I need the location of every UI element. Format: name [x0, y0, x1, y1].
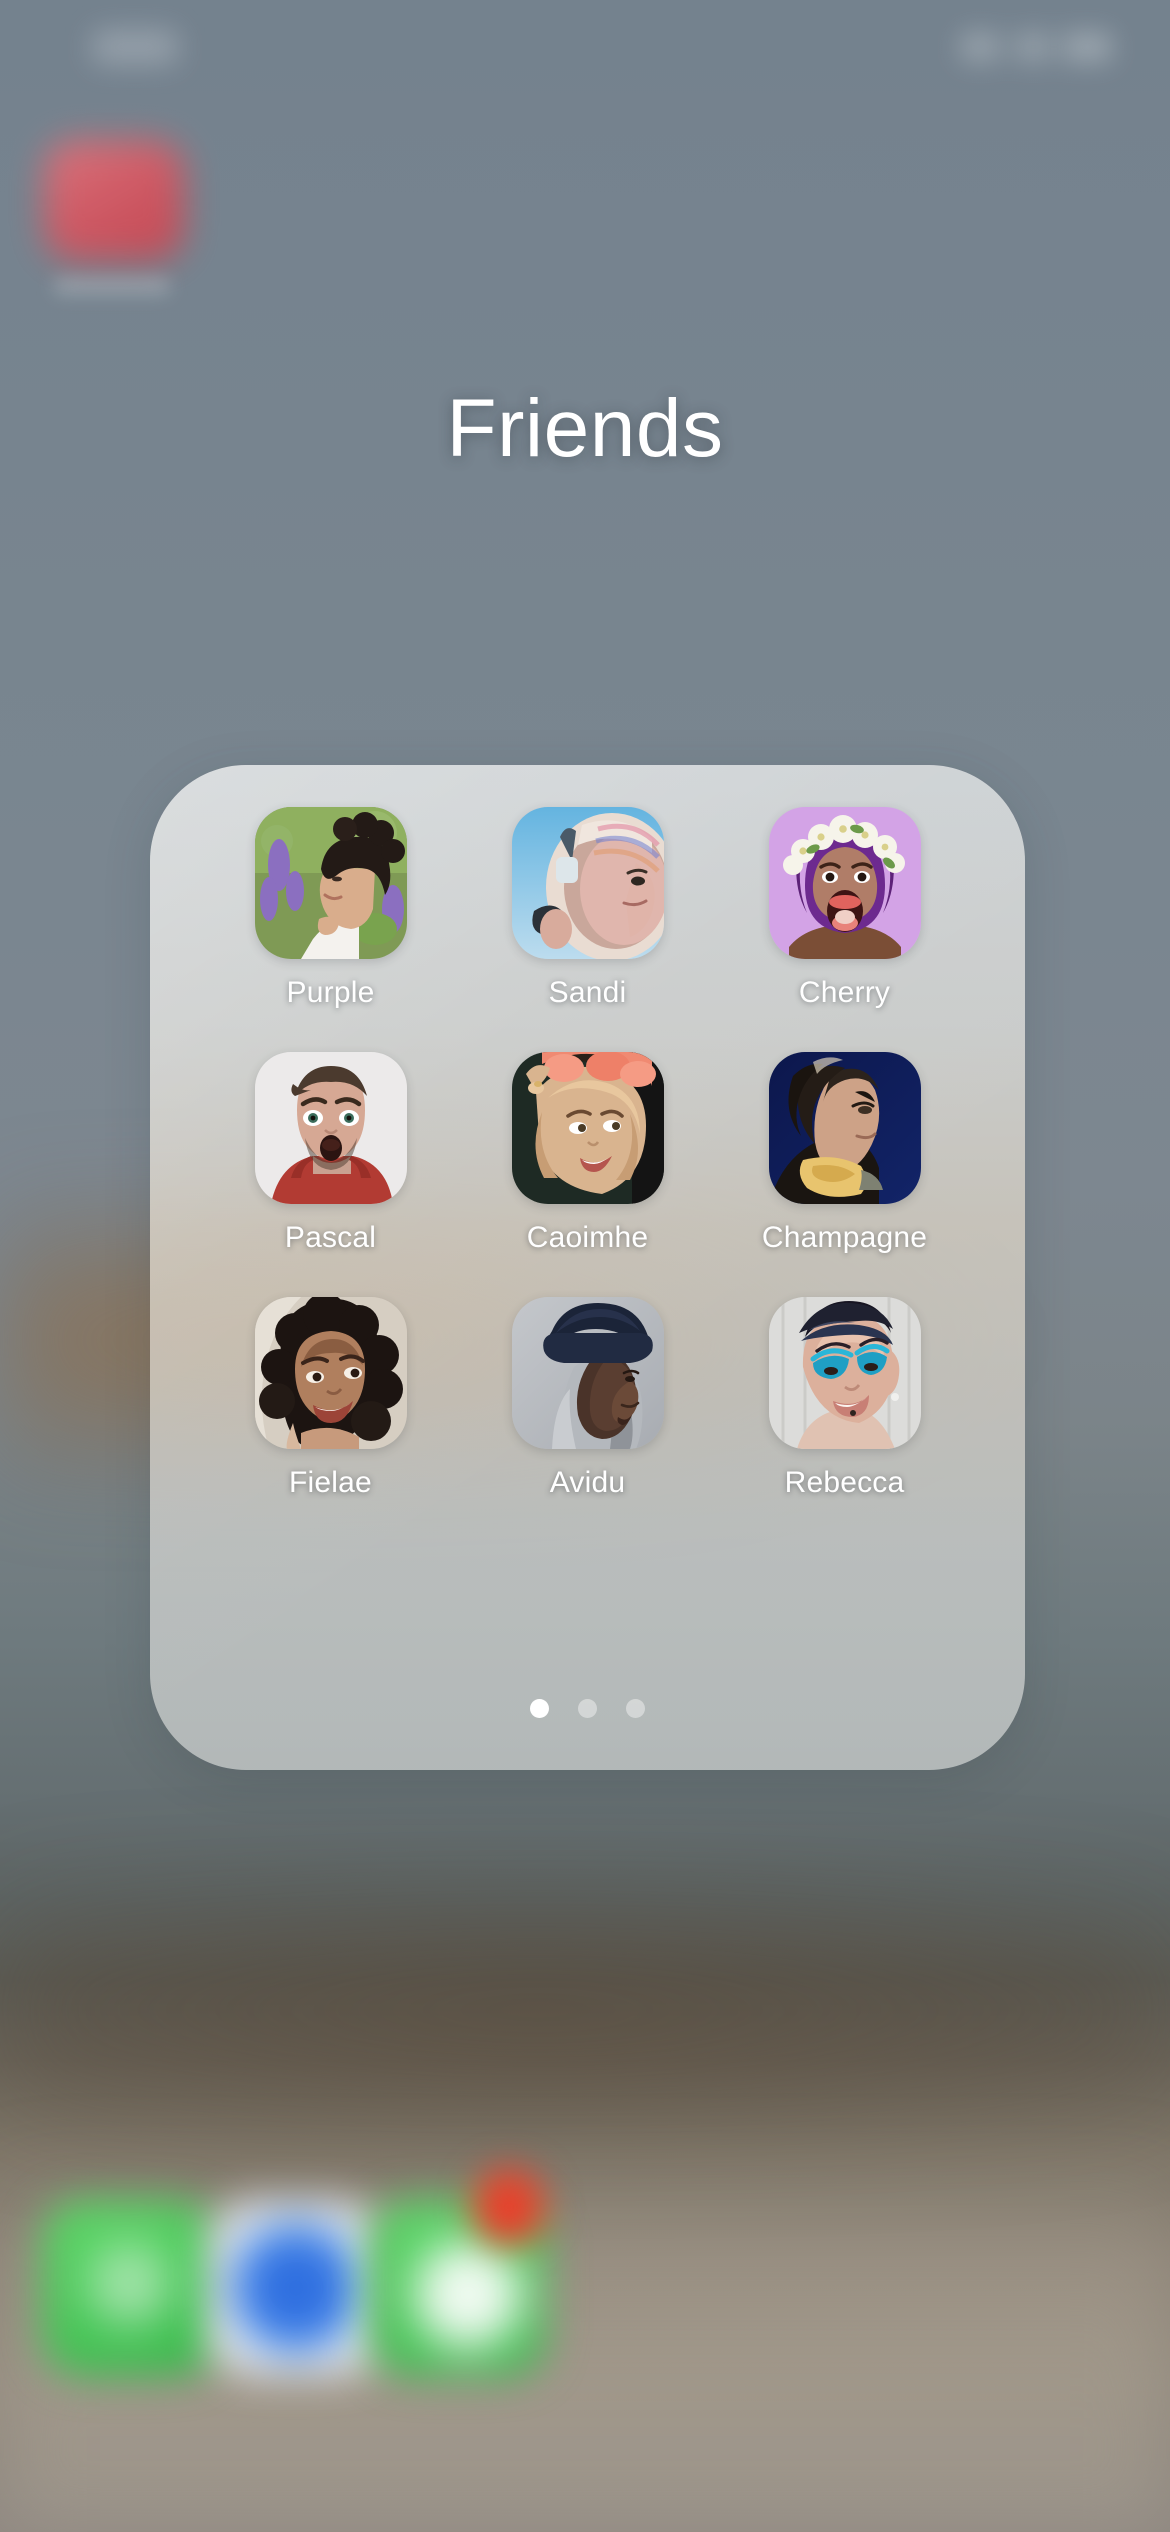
contact-label: Caoimhe: [526, 1221, 649, 1254]
folder-icon-grid: Purple Sandi Cherry Pascal Caoimhe Champ…: [150, 765, 1025, 1500]
contact-label: Rebecca: [784, 1466, 905, 1499]
photo-portrait-icon: [254, 1052, 407, 1204]
contact-label: Pascal: [284, 1221, 377, 1254]
contact-tile-rebecca[interactable]: Rebecca: [730, 1297, 960, 1500]
contact-label: Cherry: [798, 976, 891, 1009]
photo-portrait-icon: [511, 1297, 664, 1449]
status-bar-indicators: [960, 32, 1112, 62]
contact-tile-avidu[interactable]: Avidu: [473, 1297, 703, 1500]
folder-title[interactable]: Friends: [0, 382, 1170, 476]
contact-tile-caoimhe[interactable]: Caoimhe: [473, 1052, 703, 1255]
photo-portrait-icon: [511, 1052, 664, 1204]
background-app-tile: [44, 140, 184, 260]
wallpaper-ground-band: [0, 1880, 1170, 2140]
photo-portrait-icon: [254, 1297, 407, 1449]
folder-panel: Purple Sandi Cherry Pascal Caoimhe Champ…: [150, 765, 1025, 1770]
photo-portrait-icon: [768, 1052, 921, 1204]
contact-tile-champagne[interactable]: Champagne: [730, 1052, 960, 1255]
page-dot-1[interactable]: [530, 1699, 549, 1718]
background-app-label: [54, 278, 170, 294]
status-bar-clock: [92, 30, 178, 64]
page-dot-3[interactable]: [626, 1699, 645, 1718]
contact-label: Champagne: [761, 1221, 928, 1254]
contact-tile-sandi[interactable]: Sandi: [473, 807, 703, 1010]
messages-badge: [472, 2168, 546, 2246]
photo-portrait-icon: [511, 807, 664, 959]
safari-app-icon[interactable]: [208, 2200, 384, 2376]
contact-label: Avidu: [549, 1466, 626, 1499]
contact-tile-fielae[interactable]: Fielae: [216, 1297, 446, 1500]
home-screen-folder-view: Friends Purple Sandi Cherry Pascal Caoim…: [0, 0, 1170, 2532]
contact-tile-purple[interactable]: Purple: [216, 807, 446, 1010]
contact-label: Purple: [286, 976, 375, 1009]
page-dot-2[interactable]: [578, 1699, 597, 1718]
phone-app-icon[interactable]: [42, 2200, 218, 2376]
photo-portrait-icon: [254, 807, 407, 959]
contact-label: Sandi: [548, 976, 627, 1009]
contact-tile-cherry[interactable]: Cherry: [730, 807, 960, 1010]
status-bar: [0, 0, 1170, 110]
contact-tile-pascal[interactable]: Pascal: [216, 1052, 446, 1255]
folder-page-indicator[interactable]: [150, 1699, 1025, 1718]
dock: [0, 2140, 1170, 2440]
background-app-icon[interactable]: [44, 140, 244, 360]
photo-portrait-icon: [768, 807, 921, 959]
contact-label: Fielae: [289, 1466, 372, 1499]
photo-portrait-icon: [768, 1297, 921, 1449]
